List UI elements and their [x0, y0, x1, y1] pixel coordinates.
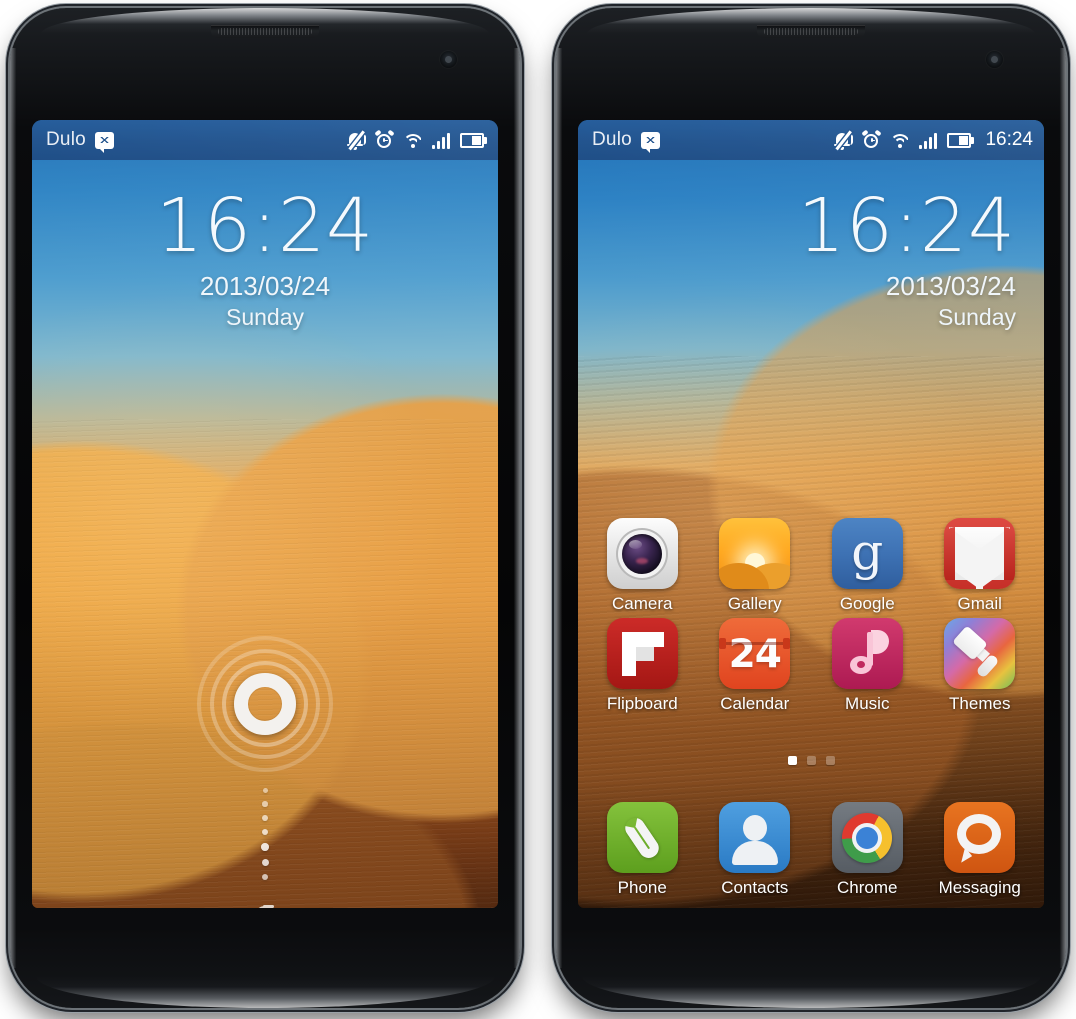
clock-weekday: Sunday	[937, 303, 1016, 330]
page-dot-3[interactable]	[825, 756, 835, 765]
clock-time: 16:24	[155, 183, 375, 269]
wifi-icon	[890, 132, 911, 148]
app-themes[interactable]: Themes	[932, 618, 1028, 714]
carrier-label: Dulo	[46, 129, 86, 150]
alarm-clock-icon	[374, 129, 395, 150]
app-messaging[interactable]: Messaging	[932, 802, 1028, 898]
app-contacts[interactable]: Contacts	[707, 802, 803, 898]
app-phone[interactable]: Phone	[594, 802, 690, 898]
app-label: Google	[839, 594, 895, 613]
status-bar-right	[346, 129, 487, 151]
gmail-icon[interactable]	[944, 518, 1016, 589]
status-bar[interactable]: Dulo	[32, 120, 498, 160]
google-icon[interactable]: g	[831, 518, 903, 589]
signal-bars-icon	[432, 132, 451, 149]
wifi-icon	[403, 132, 423, 148]
music-icon[interactable]	[831, 618, 903, 689]
dock-row: Phone Contacts Chrome Messaging	[578, 802, 1044, 898]
app-label: Flipboard	[606, 694, 678, 713]
signal-bars-icon	[919, 132, 938, 149]
app-calendar[interactable]: 24 Calendar	[707, 618, 803, 714]
app-label: Camera	[612, 594, 673, 613]
app-gallery[interactable]: Gallery	[707, 518, 803, 614]
app-label: Calendar	[720, 694, 790, 713]
app-label: Music	[845, 694, 890, 713]
app-camera[interactable]: Camera	[594, 518, 690, 614]
page-dot-1[interactable]	[787, 756, 797, 765]
app-label: Gmail	[957, 594, 1002, 613]
app-music[interactable]: Music	[819, 618, 915, 714]
app-google[interactable]: g Google	[819, 518, 915, 614]
alarm-clock-icon	[861, 129, 883, 150]
themes-icon[interactable]	[944, 618, 1016, 689]
calendar-day-number: 24	[728, 632, 782, 677]
front-camera-icon	[985, 50, 1004, 69]
chrome-icon[interactable]	[831, 802, 903, 873]
chassis-side-sheen-left	[556, 48, 563, 968]
phone-icon[interactable]	[606, 802, 678, 873]
messaging-icon[interactable]	[944, 802, 1016, 873]
status-bar-right: 16:24	[833, 129, 1033, 151]
app-label: Contacts	[721, 878, 789, 897]
front-camera-icon	[439, 50, 458, 69]
ringer-off-icon	[833, 130, 854, 151]
status-bar-left: Dulo	[46, 129, 114, 153]
clock-date: 2013/03/24	[885, 270, 1016, 301]
flipboard-icon[interactable]	[606, 618, 678, 689]
status-bar[interactable]: Dulo	[578, 120, 1044, 160]
app-chrome[interactable]: Chrome	[819, 802, 915, 898]
app-label: Messaging	[938, 878, 1021, 897]
phone-device-homescreen: Dulo 16:24 16:24 2013/03/24 Sunday Camer…	[556, 8, 1066, 1008]
unlock-swipe-trail	[261, 788, 269, 880]
app-row: Flipboard 24 Calendar Music Themes	[578, 618, 1044, 714]
app-label: Gallery	[727, 594, 782, 613]
ringer-off-icon	[346, 130, 366, 151]
page-dot-2[interactable]	[806, 756, 816, 765]
carrier-label: Dulo	[592, 129, 632, 150]
app-flipboard[interactable]: Flipboard	[594, 618, 690, 714]
unlock-ring-core[interactable]	[234, 673, 296, 735]
app-label: Chrome	[837, 878, 898, 897]
message-bubble-icon[interactable]	[94, 131, 114, 153]
earpiece-speaker	[757, 25, 865, 38]
app-grid: Camera Gallery g Google Gmail Flipboard …	[578, 518, 1044, 714]
chassis-side-sheen-right	[513, 48, 520, 968]
chassis-side-sheen-right	[1059, 48, 1066, 968]
google-g-glyph: g	[851, 523, 884, 581]
phone-screen-homescreen[interactable]: Dulo 16:24 16:24 2013/03/24 Sunday Camer…	[578, 120, 1044, 908]
battery-icon	[947, 132, 975, 148]
app-gmail[interactable]: Gmail	[932, 518, 1028, 614]
lockscreen-clock-widget: 16:24 2013/03/24 Sunday	[32, 183, 498, 331]
phone-screen-lockscreen[interactable]: Dulo 16:24 2013/03/24 Sunday	[32, 120, 498, 908]
earpiece-speaker	[211, 25, 319, 38]
homescreen-clock-widget[interactable]: 16:24 2013/03/24 Sunday	[578, 183, 1044, 331]
phone-device-lockscreen: Dulo 16:24 2013/03/24 Sunday	[10, 8, 520, 1008]
status-bar-left: Dulo	[592, 129, 660, 153]
chassis-side-sheen-left	[10, 48, 17, 968]
contacts-icon[interactable]	[719, 802, 791, 873]
dock: Phone Contacts Chrome Messaging	[578, 802, 1044, 898]
lock-icon	[253, 902, 277, 908]
chassis-bottom-rim	[581, 976, 1041, 1008]
unlock-control[interactable]	[165, 636, 365, 908]
clock-time: 16:24	[797, 183, 1016, 269]
app-row: Camera Gallery g Google Gmail	[578, 518, 1044, 614]
page-indicator[interactable]	[578, 756, 1044, 765]
unlock-ring-icon[interactable]	[197, 636, 333, 772]
screenshot-stage: Dulo 16:24 2013/03/24 Sunday Dulo 16:24 …	[0, 0, 1076, 1019]
clock-date: 2013/03/24	[199, 270, 331, 301]
chassis-bottom-rim	[35, 976, 495, 1008]
message-bubble-icon[interactable]	[640, 131, 660, 153]
gallery-icon[interactable]	[719, 518, 791, 589]
clock-weekday: Sunday	[225, 303, 304, 330]
camera-icon[interactable]	[606, 518, 678, 589]
app-label: Phone	[617, 878, 667, 897]
battery-icon	[460, 132, 487, 148]
status-bar-clock: 16:24	[985, 129, 1033, 150]
calendar-icon[interactable]: 24	[719, 618, 791, 689]
app-label: Themes	[949, 694, 1011, 713]
